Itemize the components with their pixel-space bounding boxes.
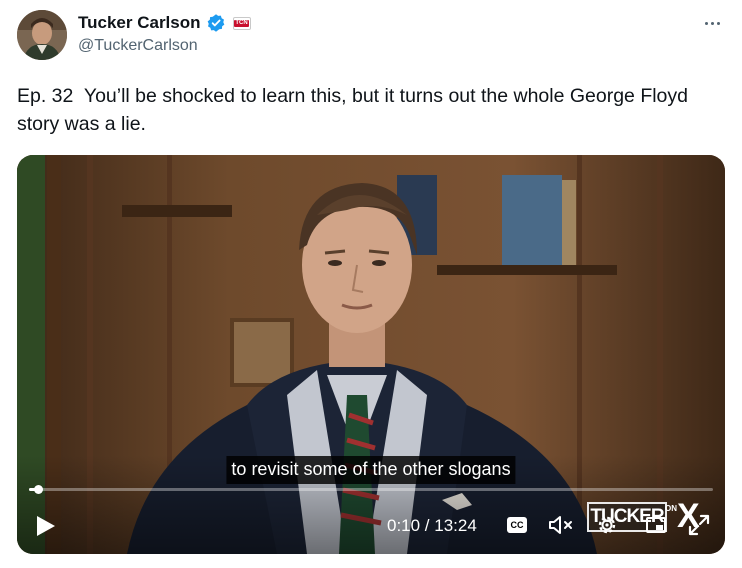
avatar[interactable] — [17, 10, 67, 60]
play-icon[interactable] — [35, 514, 57, 538]
affiliate-badge-label: TCN — [234, 19, 249, 27]
video-caption: to revisit some of the other slogans — [226, 456, 516, 484]
affiliate-badge-icon[interactable]: TCN — [232, 16, 251, 30]
progress-thumb[interactable] — [33, 485, 43, 494]
name-row: Tucker Carlson TCN — [78, 12, 251, 34]
fullscreen-icon[interactable] — [687, 513, 711, 537]
video-player[interactable]: to revisit some of the other slogans TUC… — [17, 155, 725, 554]
progress-bar[interactable] — [29, 485, 713, 494]
tweet-header: Tucker Carlson TCN @TuckerCarlson — [17, 10, 727, 62]
closed-captions-button[interactable]: CC — [507, 517, 527, 533]
volume-muted-icon[interactable] — [548, 514, 576, 536]
more-icon[interactable] — [699, 13, 725, 33]
gear-icon[interactable] — [595, 513, 619, 537]
video-controls: 0:10 / 13:24 CC — [17, 494, 725, 554]
tweet-text: Ep. 32 You’ll be shocked to learn this, … — [17, 85, 694, 135]
verified-badge-icon[interactable] — [206, 13, 226, 33]
author-handle[interactable]: @TuckerCarlson — [78, 37, 198, 55]
picture-in-picture-icon[interactable] — [644, 513, 668, 537]
display-name[interactable]: Tucker Carlson — [78, 13, 201, 33]
video-time: 0:10 / 13:24 — [387, 516, 477, 535]
